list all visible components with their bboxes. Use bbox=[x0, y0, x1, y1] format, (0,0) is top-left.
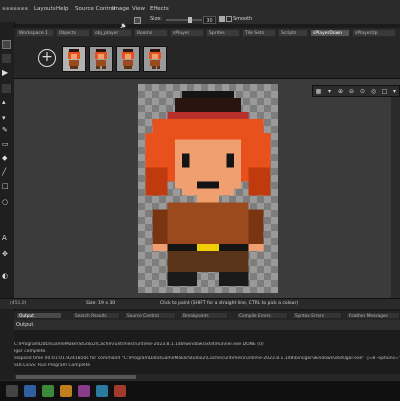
dropdown-icon[interactable]: ▾ bbox=[326, 88, 333, 95]
size-slider-handle[interactable] bbox=[188, 17, 192, 23]
app-icon[interactable] bbox=[42, 385, 54, 397]
status-size: Size: 19 x 30 bbox=[86, 301, 116, 306]
tab-syntax-errors[interactable]: Syntax Errors bbox=[292, 312, 342, 319]
search-icon[interactable] bbox=[24, 385, 36, 397]
menu-cut-off: ▪▪▪▪▪▪▪ bbox=[2, 6, 29, 12]
line-icon[interactable]: ╱ bbox=[2, 168, 11, 177]
status-coords: (451,0) bbox=[10, 301, 27, 306]
image-tool-icon[interactable] bbox=[2, 40, 11, 49]
fill-icon[interactable]: ◆ bbox=[2, 154, 11, 163]
rect-icon[interactable]: □ bbox=[2, 182, 11, 191]
more-icon[interactable]: ▾ bbox=[391, 88, 398, 95]
size-value-field[interactable]: 30 bbox=[203, 16, 216, 24]
tab-compile-errors[interactable]: Compile Errors bbox=[236, 312, 288, 319]
frame-strip: + bbox=[14, 38, 400, 79]
player-sprite bbox=[145, 90, 271, 287]
scrollbar-thumb[interactable] bbox=[16, 375, 136, 379]
tab-breakpoints[interactable]: Breakpoints bbox=[180, 312, 228, 319]
log-line: C:\ProgramData\GameMakerStudio2\Cache\ru… bbox=[14, 342, 264, 347]
zoom-fit-icon[interactable]: ◎ bbox=[370, 88, 377, 95]
move-icon[interactable]: ✥ bbox=[2, 250, 11, 259]
output-log[interactable]: C:\ProgramData\GameMakerStudio2\Cache\ru… bbox=[14, 330, 400, 374]
right-panel-edge bbox=[391, 97, 400, 298]
tab-workspace[interactable]: Workspace 1 bbox=[16, 29, 54, 37]
size-label: Size: bbox=[150, 16, 162, 22]
pencil-icon[interactable]: ✎ bbox=[2, 126, 11, 135]
zoom-reset-icon[interactable]: ⊙ bbox=[359, 88, 366, 95]
log-line: SUCCESS: Run Program Complete bbox=[14, 363, 91, 368]
os-taskbar bbox=[0, 380, 400, 401]
tool-icon[interactable]: ▴ bbox=[2, 98, 11, 107]
menu-layouts[interactable]: Layouts bbox=[34, 6, 56, 12]
add-frame-button[interactable]: + bbox=[38, 49, 56, 67]
frame-thumbnail[interactable] bbox=[62, 46, 86, 72]
size-spinner-icon[interactable] bbox=[219, 16, 225, 22]
tab-splayerdown[interactable]: sPlayerDown bbox=[310, 29, 350, 37]
menu-effects[interactable]: Effects bbox=[150, 6, 169, 12]
output-tabs: Output Search Results Source Control Bre… bbox=[14, 311, 400, 320]
tab-feather-messages[interactable]: Feather Messages bbox=[346, 312, 400, 319]
status-hint: Click to paint (SHIFT for a straight lin… bbox=[160, 301, 299, 306]
tab-source-control[interactable]: Source Control bbox=[124, 312, 176, 319]
frame-thumbnail[interactable] bbox=[89, 46, 113, 72]
tab-output[interactable]: Output bbox=[16, 312, 62, 319]
camera-icon[interactable] bbox=[2, 54, 11, 63]
left-toolbar: ▶ ▴ ▾ ✎ ▭ ◆ ╱ □ ○ A ✥ ◐ bbox=[0, 22, 15, 394]
sprite-canvas[interactable] bbox=[138, 84, 278, 293]
app-icon[interactable] bbox=[78, 385, 90, 397]
tab-objects[interactable]: Objects bbox=[56, 29, 90, 37]
tab-rooms[interactable]: Rooms bbox=[134, 29, 168, 37]
menu-image[interactable]: Image bbox=[112, 6, 129, 12]
brush-shape-icon[interactable] bbox=[134, 17, 141, 24]
tab-tile-sets[interactable]: Tile Sets bbox=[242, 29, 276, 37]
browser-icon[interactable] bbox=[96, 385, 108, 397]
zoom-out-icon[interactable]: ⊖ bbox=[348, 88, 355, 95]
status-bar: (451,0) Size: 19 x 30 Click to paint (SH… bbox=[0, 298, 400, 309]
log-line: elapsed time 00:01:01.9241850s for comma… bbox=[14, 356, 400, 361]
tab-sprites[interactable]: Sprites bbox=[206, 29, 240, 37]
play-icon[interactable]: ▶ bbox=[2, 68, 11, 77]
output-title: Output bbox=[16, 322, 34, 328]
menu-help[interactable]: Help bbox=[56, 6, 69, 12]
tab-search-results[interactable]: Search Results bbox=[72, 312, 120, 319]
folder-icon[interactable] bbox=[2, 84, 11, 93]
smooth-label: Smooth bbox=[233, 16, 253, 22]
menu-bar: ▪▪▪▪▪▪▪ Layouts Help Source Control Imag… bbox=[0, 0, 400, 31]
eraser-icon[interactable]: ▭ bbox=[2, 140, 11, 149]
size-slider[interactable] bbox=[166, 17, 202, 23]
select-tool-icon[interactable]: ▾ bbox=[2, 114, 11, 123]
tab-splayer[interactable]: sPlayer bbox=[170, 29, 204, 37]
folder-icon[interactable] bbox=[60, 385, 72, 397]
frame-thumbnail[interactable] bbox=[143, 46, 167, 72]
palette-icon[interactable]: ◐ bbox=[2, 272, 11, 281]
tab-obj-player[interactable]: obj_player bbox=[92, 29, 132, 37]
log-line: Igor complete. bbox=[14, 349, 47, 354]
grid-icon[interactable]: ▦ bbox=[315, 88, 322, 95]
ellipse-icon[interactable]: ○ bbox=[2, 198, 11, 207]
frame-thumbnail[interactable] bbox=[116, 46, 140, 72]
text-tool-icon[interactable]: A bbox=[2, 234, 11, 243]
zoom-toolbar: ▦ ▾ ⊕ ⊖ ⊙ ◎ □ ▾ bbox=[312, 85, 400, 97]
editor-tabs: Workspace 1 Objects obj_player Rooms sPl… bbox=[14, 28, 400, 38]
output-header: Output bbox=[14, 320, 400, 330]
tab-splayerup[interactable]: sPlayerUp bbox=[352, 29, 396, 37]
menu-view[interactable]: View bbox=[132, 6, 145, 12]
menu-source-control[interactable]: Source Control bbox=[75, 6, 116, 12]
tab-scripts[interactable]: Scripts bbox=[278, 29, 308, 37]
app-icon[interactable] bbox=[114, 385, 126, 397]
fullscreen-icon[interactable]: □ bbox=[381, 88, 388, 95]
start-icon[interactable] bbox=[6, 385, 18, 397]
zoom-in-icon[interactable]: ⊕ bbox=[337, 88, 344, 95]
smooth-checkbox[interactable] bbox=[226, 16, 232, 22]
